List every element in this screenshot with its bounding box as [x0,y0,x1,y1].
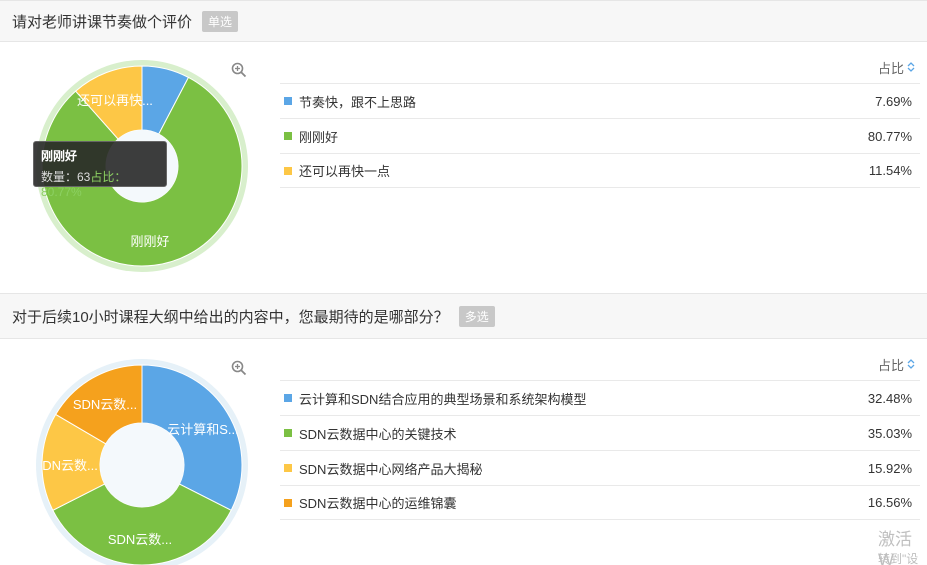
legend-swatch [284,166,292,175]
question-2-type-badge: 多选 [458,305,495,327]
option-label: 还可以再快一点 [299,164,391,179]
table-row: SDN云数据中心的关键技术 35.03% [280,415,920,450]
question-1-type-badge: 单选 [202,10,239,32]
option-percent: 11.54% [868,163,912,178]
table-row: SDN云数据中心网络产品大揭秘 15.92% [280,450,920,485]
question-1-title: 请对老师讲课节奏做个评价 [12,13,193,31]
table-header: 占比 [280,51,920,83]
slice-label: SDN云数... [73,397,137,412]
table-row: SDN云数据中心的运维锦囊 16.56% [280,485,920,520]
question-1-header: 请对老师讲课节奏做个评价 单选 [0,0,927,42]
tooltip-values: 数量：63占比：80.77% [41,168,159,199]
activation-watermark-sub: 转到"设 [878,552,919,565]
table-row: 刚刚好 80.77% [280,118,920,153]
legend-swatch [284,132,292,140]
chart-tooltip: 刚刚好 数量：63占比：80.77% [33,141,167,199]
question-2-header: 对于后续10小时课程大纲中给出的内容中，您最期待的是哪部分？ 多选 [0,293,927,339]
zoom-in-icon[interactable] [230,61,248,79]
tooltip-title: 刚刚好 [41,149,78,163]
option-percent: 16.56% [867,495,912,510]
legend-swatch [284,394,292,402]
table-row: 还可以再快一点 11.54% [280,153,920,188]
tooltip-count: 数量：63 [41,170,91,184]
slice-label: 云计算和S... [167,422,239,437]
option-percent: 32.48% [867,390,912,406]
legend-swatch [284,97,292,105]
option-percent: 35.03% [867,425,912,441]
option-label: 刚刚好 [299,129,339,145]
option-label: SDN云数据中心的关键技术 [299,426,457,442]
legend-swatch [284,498,292,507]
zoom-in-icon[interactable] [230,359,248,377]
option-label: 节奏快，跟不上思路 [299,94,417,110]
option-label: SDN云数据中心网络产品大揭秘 [299,461,483,477]
option-label: SDN云数据中心的运维锦囊 [299,496,457,511]
table-row: 节奏快，跟不上思路 7.69% [280,83,920,118]
percent-column-header[interactable]: 占比 [878,58,904,77]
slice-label: 刚刚好 [130,234,169,249]
sort-icon[interactable] [906,61,916,73]
legend-swatch [284,464,292,472]
question-1-result-table: 占比 节奏快，跟不上思路 7.69% 刚刚好 80.77% 还可以再快一点 11.54% [280,51,920,188]
slice-label: DN云数... [42,458,98,473]
sort-icon[interactable] [906,358,916,370]
legend-swatch [284,429,292,437]
option-label: 云计算和SDN结合应用的典型场景和系统架构模型 [299,391,587,407]
table-header: 占比 [280,348,920,380]
question-2-result-table: 占比 云计算和SDN结合应用的典型场景和系统架构模型 32.48% SDN云数据中心… [280,348,920,520]
slice-label: 还可以再快... [77,93,153,108]
option-percent: 80.77% [867,128,912,144]
table-row: 云计算和SDN结合应用的典型场景和系统架构模型 32.48% [280,380,920,415]
option-percent: 7.69% [875,93,912,109]
question-2-title: 对于后续10小时课程大纲中给出的内容中，您最期待的是哪部分？ [12,308,449,326]
percent-column-header[interactable]: 占比 [878,355,904,374]
slice-label: SDN云数... [108,532,172,547]
option-percent: 15.92% [867,460,912,476]
